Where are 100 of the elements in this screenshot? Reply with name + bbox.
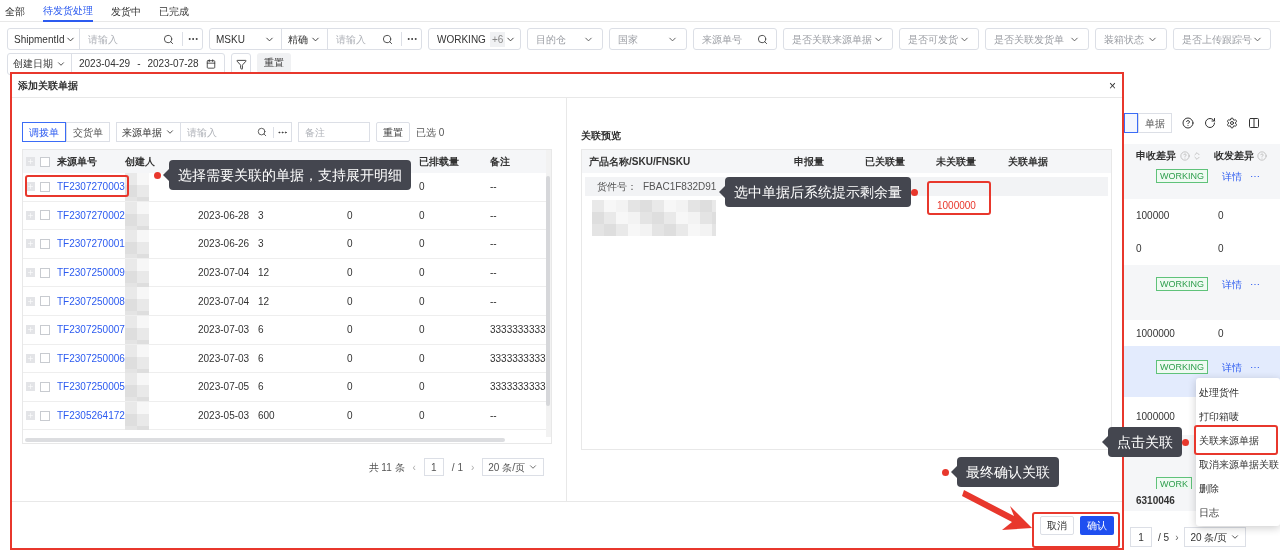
count-tag: +6 — [489, 31, 506, 47]
table-cell: 2023-07-04 — [198, 295, 250, 307]
table-cell: 6 — [258, 381, 264, 393]
details-link[interactable]: 详情 — [1222, 169, 1242, 184]
field-select[interactable]: ShipmentId — [8, 29, 80, 49]
table-cell: 2023-05-03 — [198, 410, 250, 422]
settings-icon[interactable] — [1226, 117, 1238, 129]
page-input[interactable]: 1 — [423, 458, 444, 476]
menu-item[interactable]: 关联来源单据 — [1196, 428, 1280, 452]
help-icon — [1257, 150, 1267, 161]
table-cell: 0 — [419, 267, 425, 279]
checkbox[interactable] — [40, 324, 50, 335]
callout-tail-icon — [1102, 436, 1108, 448]
checkbox[interactable] — [40, 353, 50, 364]
page-tab[interactable]: 已完成 — [159, 0, 189, 22]
checkbox[interactable] — [40, 267, 50, 278]
next-page[interactable]: › — [1175, 529, 1179, 545]
menu-item[interactable]: 打印箱唛 — [1196, 404, 1280, 428]
source-doc-link[interactable]: TF2305264172 — [57, 410, 125, 422]
callout-tail-icon — [719, 186, 725, 198]
search-icon — [163, 33, 174, 45]
close-button[interactable]: × — [1109, 79, 1116, 92]
reset-button[interactable]: 重置 — [257, 53, 291, 73]
page-tab[interactable]: 全部 — [5, 0, 25, 22]
doc-type-tab[interactable]: 调拨单 — [22, 122, 66, 142]
doc-type-tab[interactable]: 交货单 — [66, 122, 110, 142]
checkbox[interactable] — [40, 181, 50, 192]
match-select[interactable]: 精确 — [282, 29, 328, 49]
help-icon[interactable] — [1182, 117, 1194, 129]
table-cell: 2023-06-28 — [198, 209, 250, 221]
status-tag: WORKING — [1156, 360, 1208, 374]
status-select[interactable]: WORKING +6 — [428, 28, 521, 50]
checkbox[interactable] — [40, 296, 50, 307]
more-link[interactable]: ⋯ — [1250, 360, 1260, 375]
table-cell: 0 — [419, 181, 425, 193]
cancel-button[interactable]: 取消 — [1040, 515, 1074, 535]
chevron-icon — [528, 462, 538, 472]
confirm-button[interactable]: 确认 — [1080, 515, 1114, 535]
callout-tail-icon — [951, 466, 957, 478]
filter-select[interactable]: 国家 — [609, 28, 687, 50]
field-select[interactable]: 来源单据 — [117, 123, 181, 141]
details-link[interactable]: 详情 — [1222, 360, 1242, 375]
more-link[interactable]: ⋯ — [1250, 277, 1260, 292]
more-link[interactable]: ⋯ — [1250, 169, 1260, 184]
table-cell: 100000 — [1136, 210, 1170, 221]
search-icon — [257, 127, 267, 137]
reset-button[interactable]: 重置 — [376, 122, 410, 142]
table-cell: -- — [490, 410, 497, 422]
checkbox[interactable] — [40, 381, 50, 392]
status-tag: WORKING — [1156, 169, 1208, 183]
table-cell: 2023-07-04 — [198, 267, 250, 279]
column-header: 已关联量 — [865, 155, 906, 169]
filter-icon — [235, 58, 247, 70]
callout-tooltip: 选中单据后系统提示剩余量 — [719, 177, 911, 207]
page-size-select[interactable]: 20 条/页 — [1184, 527, 1247, 547]
menu-item[interactable]: 取消来源单据关联 — [1196, 452, 1280, 476]
columns-icon[interactable] — [1248, 117, 1260, 129]
status-tag: WORKING — [1156, 277, 1208, 291]
menu-item[interactable]: 处理货件 — [1196, 380, 1280, 404]
page-tab[interactable]: 待发货处理 — [43, 0, 93, 22]
source-doc-link[interactable]: TF2307270001 — [57, 238, 125, 250]
checkbox[interactable] — [40, 239, 50, 249]
column-header: 收发差异 — [1214, 149, 1254, 163]
table-cell: -- — [490, 238, 497, 250]
source-doc-link[interactable]: TF2307250006 — [57, 352, 125, 364]
column-header: 关联单据 — [1008, 155, 1048, 169]
source-doc-link[interactable]: TF2307270002 — [57, 209, 125, 221]
table-cell: 12 — [258, 295, 270, 307]
chevron-icon — [165, 127, 175, 137]
view-toggle[interactable]: 单据 — [1138, 113, 1172, 133]
checkbox[interactable] — [40, 156, 50, 167]
group-value: FBAC1F832D91 — [643, 180, 717, 194]
page-size-select[interactable]: 20 条/页 — [482, 458, 544, 476]
table-cell: 0 — [1218, 243, 1224, 254]
table-cell: 0 — [347, 267, 353, 279]
column-header: 备注 — [490, 155, 511, 169]
source-doc-link[interactable]: TF2307270003 — [57, 181, 125, 193]
column-header: 申收差异 — [1136, 149, 1176, 163]
page-tab[interactable]: 发货中 — [111, 0, 141, 22]
page-input[interactable]: 1 — [1130, 527, 1152, 547]
table-cell: 0 — [347, 209, 353, 221]
help-icon — [1180, 150, 1190, 161]
column-header: 申报量 — [794, 155, 825, 169]
filter-select[interactable]: 是否上传跟踪号 — [1173, 28, 1271, 50]
source-doc-link[interactable]: TF2307250007 — [57, 324, 125, 336]
refresh-icon[interactable] — [1204, 117, 1216, 129]
table-cell: 0 — [347, 238, 353, 250]
checkbox[interactable] — [40, 410, 50, 421]
source-doc-link[interactable]: TF2307250005 — [57, 381, 125, 393]
unlinked-quantity: 1000000 — [937, 200, 976, 213]
table-cell: 600 — [258, 410, 275, 422]
sort-icon[interactable] — [1192, 150, 1202, 161]
search-field[interactable]: 来源单号 — [693, 28, 777, 50]
checkbox[interactable] — [40, 210, 50, 221]
field-select[interactable]: MSKU — [210, 29, 282, 49]
source-doc-link[interactable]: TF2307250009 — [57, 267, 125, 279]
expand-icon[interactable] — [26, 182, 35, 192]
details-link[interactable]: 详情 — [1222, 277, 1242, 292]
source-doc-link[interactable]: TF2307250008 — [57, 295, 125, 307]
view-toggle[interactable] — [1124, 113, 1138, 133]
